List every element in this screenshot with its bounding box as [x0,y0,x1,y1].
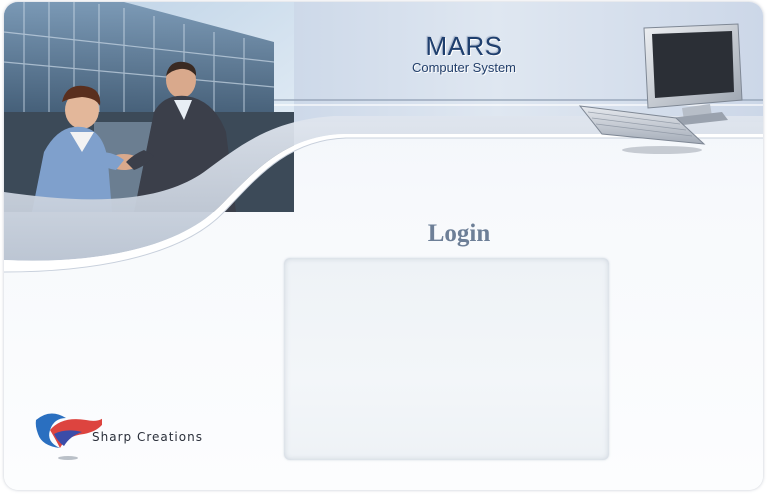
brand-logo: Sharp Creations [32,402,242,462]
login-heading: Login [427,220,491,247]
login-panel [284,258,609,460]
app-title-block: MARS Computer System [384,32,544,75]
page-frame: MARS Computer System Login Sharp Creatio… [4,2,763,490]
computer-icon [578,23,743,154]
app-subtitle: Computer System [411,60,517,75]
brand-name: Sharp Creations [92,430,203,444]
app-title: MARS [425,31,503,61]
